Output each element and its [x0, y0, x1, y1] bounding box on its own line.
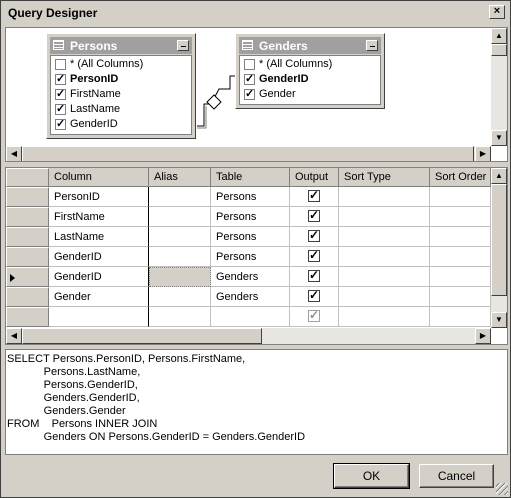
grid-cell-output[interactable] [290, 207, 339, 227]
column-header-sort-order[interactable]: Sort Order [430, 168, 491, 187]
sql-line: SELECT Persons.PersonID, Persons.FirstNa… [7, 353, 246, 365]
grid-cell-alias[interactable] [149, 307, 211, 327]
scroll-right-icon[interactable]: ▶ [475, 146, 491, 161]
grid-cell-alias[interactable] [149, 267, 211, 287]
output-checkbox[interactable] [308, 228, 320, 242]
grid-cell-table[interactable] [211, 307, 290, 327]
grid-cell-column[interactable]: PersonID [49, 187, 149, 207]
column-header-alias[interactable]: Alias [149, 168, 211, 187]
grid-cell-output[interactable] [290, 267, 339, 287]
grid-cell-column[interactable]: LastName [49, 227, 149, 247]
grid-cell-table[interactable]: Persons [211, 227, 290, 247]
scroll-up-icon[interactable]: ▲ [491, 168, 507, 184]
output-checkbox[interactable] [308, 248, 320, 262]
grid-cell-sorttype[interactable] [339, 247, 430, 267]
close-button[interactable]: × [489, 5, 505, 19]
grid-cell-sorttype[interactable] [339, 207, 430, 227]
scroll-thumb[interactable] [491, 184, 507, 296]
row-selector[interactable] [6, 247, 49, 267]
output-checkbox[interactable] [308, 208, 320, 222]
grid-cell-alias[interactable] [149, 187, 211, 207]
scroll-thumb[interactable] [22, 146, 474, 161]
grid-cell-output[interactable] [290, 307, 339, 327]
scroll-left-icon[interactable]: ◀ [6, 146, 22, 161]
column-header-sort-type[interactable]: Sort Type [339, 168, 430, 187]
row-selector[interactable] [6, 207, 49, 227]
row-selector[interactable] [6, 307, 49, 327]
grid-vertical-scrollbar[interactable]: ▲ ▼ [491, 168, 507, 328]
grid-cell-table[interactable]: Persons [211, 247, 290, 267]
join-diamond-icon [206, 94, 222, 110]
sql-pane[interactable]: SELECT Persons.PersonID, Persons.FirstNa… [5, 349, 508, 455]
grid-cell-alias[interactable] [149, 287, 211, 307]
row-selector[interactable] [6, 287, 49, 307]
grid-cell-output[interactable] [290, 187, 339, 207]
grid-cell-column[interactable]: FirstName [49, 207, 149, 227]
diagram-horizontal-scrollbar[interactable]: ◀ ▶ [6, 146, 491, 161]
diagram-vertical-scrollbar[interactable]: ▲ ▼ [491, 28, 507, 146]
scroll-up-icon[interactable]: ▲ [491, 28, 507, 44]
grid-cell-table[interactable]: Persons [211, 187, 290, 207]
grid-cell-sorttype[interactable] [339, 267, 430, 287]
current-row-arrow-icon [10, 274, 15, 282]
output-checkbox[interactable] [308, 188, 320, 202]
grid-cell-table[interactable]: Genders [211, 287, 290, 307]
grid-cell-sorttype[interactable] [339, 227, 430, 247]
grid-cell-column[interactable] [49, 307, 149, 327]
scroll-thumb[interactable] [491, 44, 507, 56]
grid-horizontal-scrollbar[interactable]: ◀ ▶ [6, 328, 491, 344]
grid-cell-sorttype[interactable] [339, 307, 430, 327]
join-connector[interactable] [6, 28, 508, 162]
criteria-grid[interactable]: Column Alias Table Output Sort Type Sort Orde… [5, 167, 508, 345]
grid-cell-output[interactable] [290, 227, 339, 247]
grid-cell-alias[interactable] [149, 227, 211, 247]
grid-cell-sorttype[interactable] [339, 287, 430, 307]
grid-cell-sortorder[interactable] [430, 227, 491, 247]
column-header-output[interactable]: Output [290, 168, 339, 187]
ok-button[interactable]: OK [333, 463, 410, 489]
grid-cell-column[interactable]: GenderID [49, 247, 149, 267]
row-selector[interactable] [6, 267, 49, 287]
scroll-left-icon[interactable]: ◀ [6, 328, 22, 344]
output-checkbox[interactable] [308, 308, 320, 322]
grid-cell-sortorder[interactable] [430, 267, 491, 287]
resize-grip-icon[interactable] [496, 483, 508, 495]
sql-line: Genders.Gender [7, 405, 126, 417]
query-designer-window: Query Designer × Persons * (All Columns)… [0, 0, 511, 498]
sql-line: Genders.GenderID, [7, 392, 140, 404]
column-header-column[interactable]: Column [49, 168, 149, 187]
diagram-pane[interactable]: Persons * (All Columns)PersonIDFirstName… [5, 27, 508, 162]
sql-line: Genders ON Persons.GenderID = Genders.Ge… [7, 431, 306, 443]
grid-cell-output[interactable] [290, 247, 339, 267]
row-selector[interactable] [6, 187, 49, 207]
column-header-table[interactable]: Table [211, 168, 290, 187]
row-selector[interactable] [6, 227, 49, 247]
title-bar: Query Designer × [2, 2, 510, 24]
grid-cell-column[interactable]: GenderID [49, 267, 149, 287]
output-checkbox[interactable] [308, 268, 320, 282]
grid-corner [6, 168, 49, 187]
scroll-down-icon[interactable]: ▼ [491, 312, 507, 328]
sql-line: Persons.GenderID, [7, 379, 138, 391]
grid-cell-sortorder[interactable] [430, 307, 491, 327]
scroll-right-icon[interactable]: ▶ [475, 328, 491, 344]
scroll-thumb[interactable] [22, 328, 262, 344]
grid-cell-alias[interactable] [149, 247, 211, 267]
window-title: Query Designer [8, 6, 98, 20]
sql-line: Persons.LastName, [7, 366, 141, 378]
scroll-down-icon[interactable]: ▼ [491, 130, 507, 146]
sql-line: FROM Persons INNER JOIN [7, 418, 158, 430]
cancel-button[interactable]: Cancel [419, 464, 494, 488]
grid-cell-alias[interactable] [149, 207, 211, 227]
grid-cell-table[interactable]: Persons [211, 207, 290, 227]
grid-cell-sortorder[interactable] [430, 187, 491, 207]
grid-cell-sortorder[interactable] [430, 207, 491, 227]
grid-cell-output[interactable] [290, 287, 339, 307]
grid-cell-table[interactable]: Genders [211, 267, 290, 287]
grid-cell-column[interactable]: Gender [49, 287, 149, 307]
output-checkbox[interactable] [308, 288, 320, 302]
grid-cell-sortorder[interactable] [430, 287, 491, 307]
grid-cell-sorttype[interactable] [339, 187, 430, 207]
grid-cell-sortorder[interactable] [430, 247, 491, 267]
